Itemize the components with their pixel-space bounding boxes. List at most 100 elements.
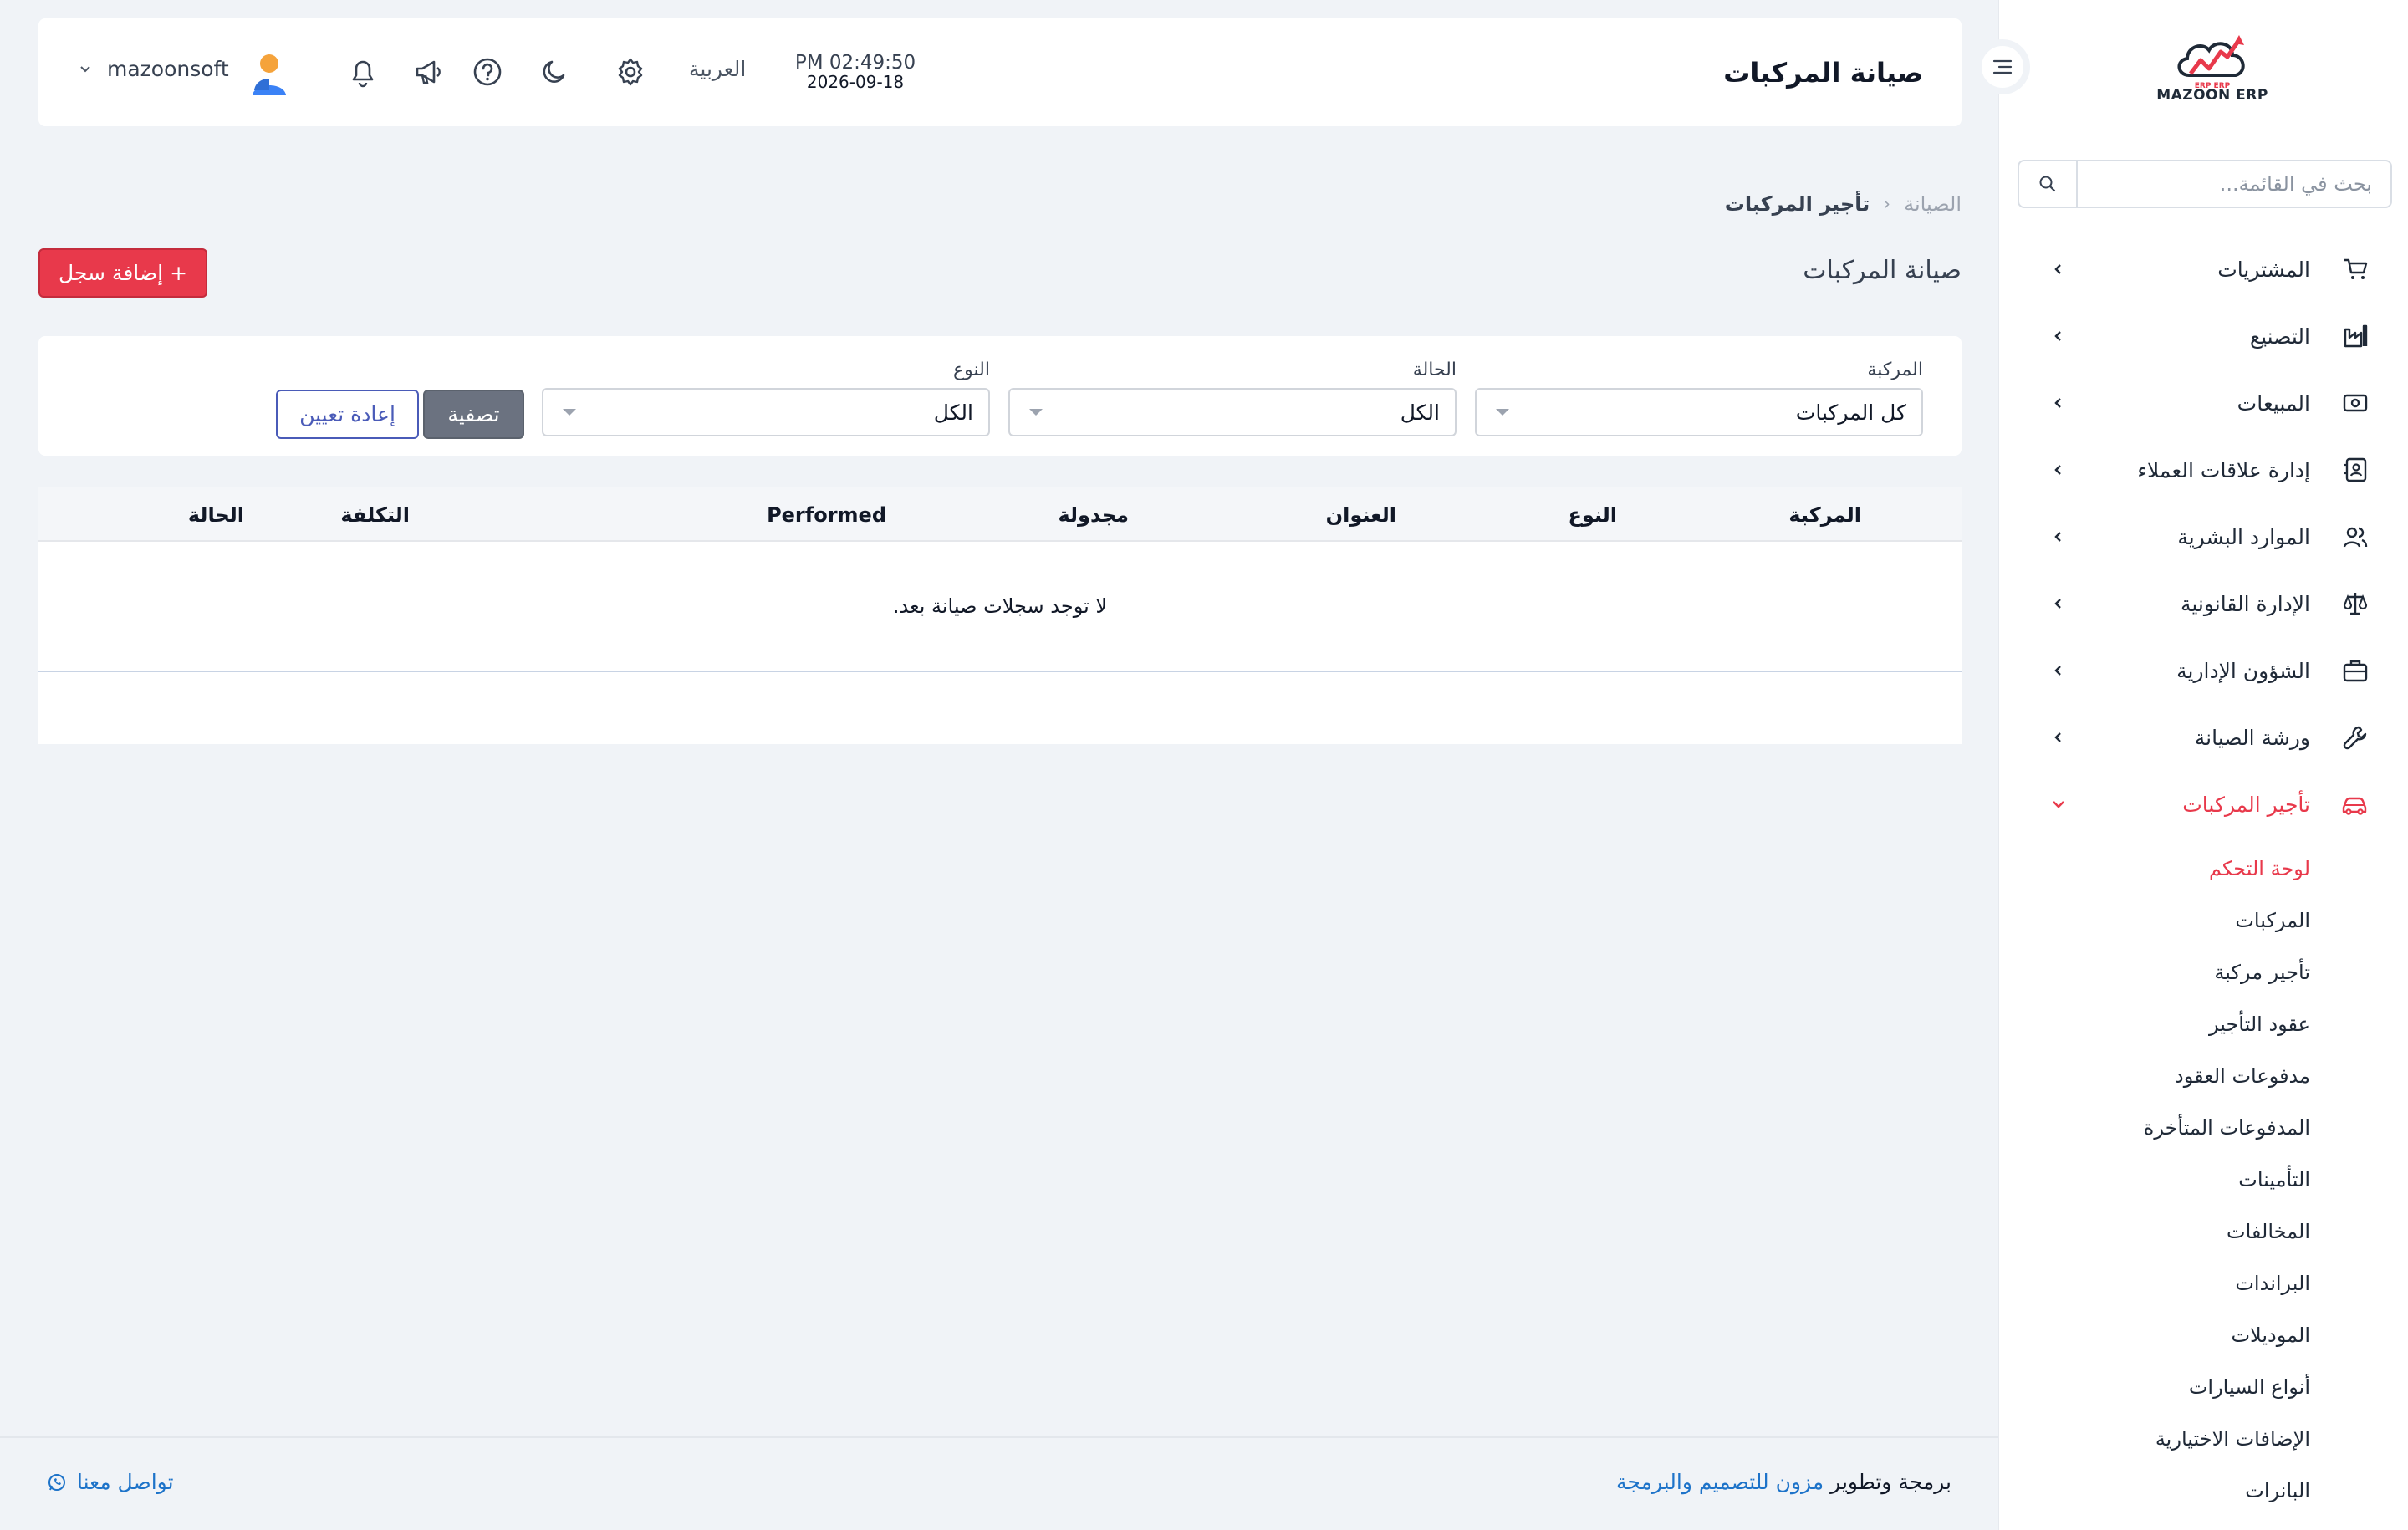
sidebar-item-manufacturing[interactable]: التصنيع	[1999, 303, 2408, 370]
empty-message: لا توجد سجلات صيانة بعد.	[892, 594, 1108, 618]
vehicle-select-value: كل المركبات	[1795, 400, 1906, 425]
whatsapp-icon	[48, 1473, 65, 1491]
reset-button[interactable]: إعادة تعيين	[276, 390, 419, 439]
search-icon[interactable]	[2019, 161, 2078, 207]
chevron-left-icon	[2051, 329, 2064, 343]
clock-time: PM 02:49:50	[794, 52, 916, 74]
scale-icon	[2342, 590, 2369, 617]
help-icon[interactable]	[469, 54, 506, 90]
chevron-left-icon: ‹	[1883, 193, 1891, 215]
add-record-button[interactable]: + إضافة سجل	[38, 248, 207, 298]
status-select[interactable]: الكل	[1008, 388, 1457, 436]
factory-icon	[2342, 323, 2369, 349]
announcement-icon[interactable]	[411, 54, 447, 90]
chevron-left-icon	[2051, 731, 2064, 744]
sidebar-toggle-button[interactable]	[1975, 39, 2030, 94]
submenu-brands[interactable]: البراندات	[1999, 1257, 2408, 1309]
logo-text: MAZOON ERP	[2156, 87, 2268, 104]
chevron-down-icon[interactable]	[79, 64, 92, 74]
submenu-late-payments[interactable]: المدفوعات المتأخرة	[1999, 1102, 2408, 1154]
section-title: صيانة المركبات	[1803, 256, 1962, 285]
submenu-dashboard[interactable]: لوحة التحكم	[1999, 843, 2408, 895]
settings-icon[interactable]	[612, 54, 649, 90]
sidebar-item-crm[interactable]: إدارة علاقات العملاء	[1999, 436, 2408, 503]
cash-icon	[2342, 390, 2369, 416]
dark-mode-icon[interactable]	[537, 54, 574, 90]
submenu-rental-contracts[interactable]: عقود التأجير	[1999, 998, 2408, 1050]
sidebar-item-label: الإدارة القانونية	[2180, 591, 2310, 616]
status-filter-label: الحالة	[1412, 360, 1457, 380]
sidebar-item-maintenance-workshop[interactable]: ورشة الصيانة	[1999, 704, 2408, 771]
avatar[interactable]	[247, 50, 291, 97]
submenu-models[interactable]: الموديلات	[1999, 1309, 2408, 1361]
submenu-banners[interactable]: البانرات	[1999, 1465, 2408, 1517]
chevron-left-icon	[2051, 463, 2064, 477]
top-header: صيانة المركبات PM 02:49:50 2026-09-18 ال…	[38, 18, 1962, 126]
user-name[interactable]: mazoonsoft	[107, 57, 229, 81]
column-performed: Performed	[767, 503, 886, 527]
menu-lines-icon	[1992, 59, 2013, 74]
table-empty-state: لا توجد سجلات صيانة بعد.	[38, 542, 1962, 672]
contacts-icon	[2342, 456, 2369, 483]
column-scheduled: مجدولة	[1058, 503, 1129, 527]
status-select-value: الكل	[1400, 400, 1440, 425]
sidebar-item-label: التصنيع	[2249, 324, 2310, 349]
status-filter: الحالة الكل	[1008, 360, 1457, 436]
vehicle-filter: المركبة كل المركبات	[1475, 360, 1923, 436]
breadcrumb-current: الصيانة	[1904, 192, 1962, 216]
type-filter: النوع الكل	[542, 360, 990, 436]
chevron-down-icon	[2051, 798, 2066, 811]
sidebar-item-label: المبيعات	[2237, 390, 2310, 416]
type-select-value: الكل	[933, 400, 973, 425]
filter-button[interactable]: تصفية	[423, 390, 524, 439]
sidebar-item-hr[interactable]: الموارد البشرية	[1999, 503, 2408, 570]
briefcase-icon	[2342, 657, 2369, 684]
sidebar-item-label: المشتريات	[2217, 257, 2310, 282]
bell-icon[interactable]	[344, 54, 381, 90]
language-switcher[interactable]: العربية	[689, 57, 746, 81]
sidebar-item-legal[interactable]: الإدارة القانونية	[1999, 570, 2408, 637]
submenu-vehicles[interactable]: المركبات	[1999, 895, 2408, 946]
sidebar-item-label: الشؤون الإدارية	[2176, 658, 2310, 683]
sidebar-item-purchases[interactable]: المشتريات	[1999, 236, 2408, 303]
vehicle-select[interactable]: كل المركبات	[1475, 388, 1923, 436]
sidebar: ERP ERP MAZOON ERP المشتريات التصنيع الم…	[1998, 0, 2408, 1530]
column-vehicle: المركبة	[1788, 503, 1861, 527]
menu-search	[2018, 160, 2392, 208]
submenu-optional-addons[interactable]: الإضافات الاختيارية	[1999, 1413, 2408, 1465]
menu-search-input[interactable]	[2078, 161, 2390, 207]
sidebar-item-vehicle-rental[interactable]: تأجير المركبات	[1999, 771, 2408, 838]
table-header: المركبة النوع العنوان مجدولة Performed ا…	[38, 487, 1962, 542]
caret-down-icon	[1495, 408, 1510, 416]
users-icon	[2342, 523, 2369, 550]
breadcrumb-parent[interactable]: تأجير المركبات	[1725, 192, 1870, 216]
sidebar-item-label: إدارة علاقات العملاء	[2137, 457, 2310, 482]
contact-us-link[interactable]: تواصل معنا	[47, 1470, 174, 1494]
sidebar-item-label: تأجير المركبات	[2182, 792, 2310, 817]
sidebar-nav: المشتريات التصنيع المبيعات إدارة علاقات …	[1999, 236, 2408, 1517]
filter-card: المركبة كل المركبات الحالة الكل النوع ال…	[38, 336, 1962, 456]
caret-down-icon	[562, 408, 577, 416]
app-logo[interactable]: ERP ERP MAZOON ERP	[2150, 32, 2275, 115]
submenu-insurances[interactable]: التأمينات	[1999, 1154, 2408, 1206]
credit-prefix: برمجة وتطوير	[1830, 1470, 1951, 1494]
sidebar-submenu-vehicle-rental: لوحة التحكم المركبات تأجير مركبة عقود ال…	[1999, 843, 2408, 1517]
column-title: العنوان	[1325, 503, 1396, 527]
footer: برمجة وتطوير مزون للتصميم والبرمجة تواصل…	[0, 1436, 1998, 1530]
chevron-left-icon	[2051, 396, 2064, 410]
page-title: صيانة المركبات	[1723, 56, 1923, 89]
chevron-left-icon	[2051, 664, 2064, 677]
footer-credit: برمجة وتطوير مزون للتصميم والبرمجة	[1616, 1470, 1951, 1494]
submenu-car-types[interactable]: أنواع السيارات	[1999, 1361, 2408, 1413]
type-select[interactable]: الكل	[542, 388, 990, 436]
sidebar-item-label: الموارد البشرية	[2177, 524, 2310, 549]
clock: PM 02:49:50 2026-09-18	[794, 52, 916, 92]
submenu-violations[interactable]: المخالفات	[1999, 1206, 2408, 1257]
credit-link[interactable]: مزون للتصميم والبرمجة	[1616, 1470, 1824, 1494]
submenu-rent-vehicle[interactable]: تأجير مركبة	[1999, 946, 2408, 998]
caret-down-icon	[1028, 408, 1043, 416]
breadcrumb: تأجير المركبات ‹ الصيانة	[1725, 192, 1962, 216]
sidebar-item-admin-affairs[interactable]: الشؤون الإدارية	[1999, 637, 2408, 704]
sidebar-item-sales[interactable]: المبيعات	[1999, 370, 2408, 436]
submenu-contract-payments[interactable]: مدفوعات العقود	[1999, 1050, 2408, 1102]
